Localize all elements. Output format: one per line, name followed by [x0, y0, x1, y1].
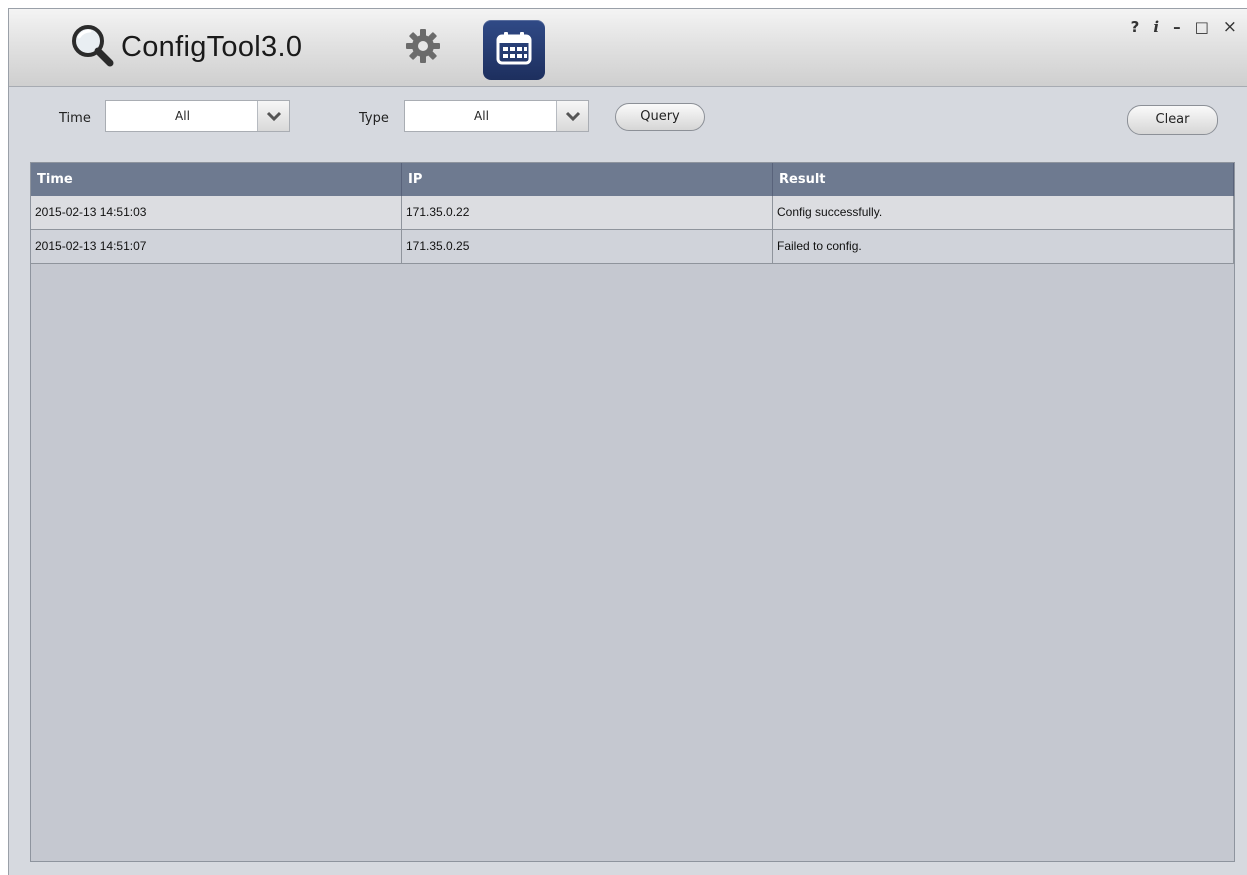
time-label: Time: [59, 111, 91, 126]
query-button[interactable]: Query: [615, 103, 705, 131]
table-header: Time IP Result: [31, 163, 1234, 196]
gear-icon: [405, 28, 441, 68]
cell-result: Config successfully.: [773, 196, 1234, 229]
time-select[interactable]: All: [105, 100, 290, 132]
log-table: Time IP Result 2015-02-13 14:51:03 171.3…: [30, 162, 1235, 862]
cell-time: 2015-02-13 14:51:03: [31, 196, 402, 229]
time-select-value: All: [175, 109, 190, 123]
clear-button[interactable]: Clear: [1127, 105, 1218, 135]
maximize-icon[interactable]: □: [1195, 18, 1209, 36]
cell-result: Failed to config.: [773, 230, 1234, 263]
column-header-time[interactable]: Time: [31, 163, 402, 196]
log-button[interactable]: [483, 20, 545, 80]
settings-button[interactable]: [403, 28, 443, 68]
filter-toolbar: Time All Type All Query Clear: [9, 87, 1247, 157]
app-title: ConfigTool3.0: [121, 30, 303, 63]
column-header-ip[interactable]: IP: [402, 163, 773, 196]
chevron-down-icon[interactable]: [556, 101, 588, 131]
app-window: ConfigTool3.0 ? i – □ × Time All Type Al…: [8, 8, 1247, 875]
table-row[interactable]: 2015-02-13 14:51:07 171.35.0.25 Failed t…: [31, 230, 1234, 264]
type-label: Type: [359, 111, 389, 126]
cell-ip: 171.35.0.22: [402, 196, 773, 229]
column-header-result[interactable]: Result: [773, 163, 1234, 196]
type-select[interactable]: All: [404, 100, 589, 132]
cell-time: 2015-02-13 14:51:07: [31, 230, 402, 263]
cell-ip: 171.35.0.25: [402, 230, 773, 263]
help-icon[interactable]: ?: [1131, 18, 1140, 36]
type-select-value: All: [474, 109, 489, 123]
chevron-down-icon[interactable]: [257, 101, 289, 131]
table-row[interactable]: 2015-02-13 14:51:03 171.35.0.22 Config s…: [31, 196, 1234, 230]
app-logo: ConfigTool3.0: [69, 25, 302, 69]
minimize-icon[interactable]: –: [1173, 18, 1181, 36]
info-icon[interactable]: i: [1153, 18, 1159, 36]
window-controls: ? i – □ ×: [1131, 17, 1237, 37]
calendar-icon: [496, 31, 532, 69]
close-icon[interactable]: ×: [1223, 17, 1237, 37]
magnifier-icon: [69, 23, 115, 71]
title-bar: ConfigTool3.0 ? i – □ ×: [9, 9, 1247, 87]
